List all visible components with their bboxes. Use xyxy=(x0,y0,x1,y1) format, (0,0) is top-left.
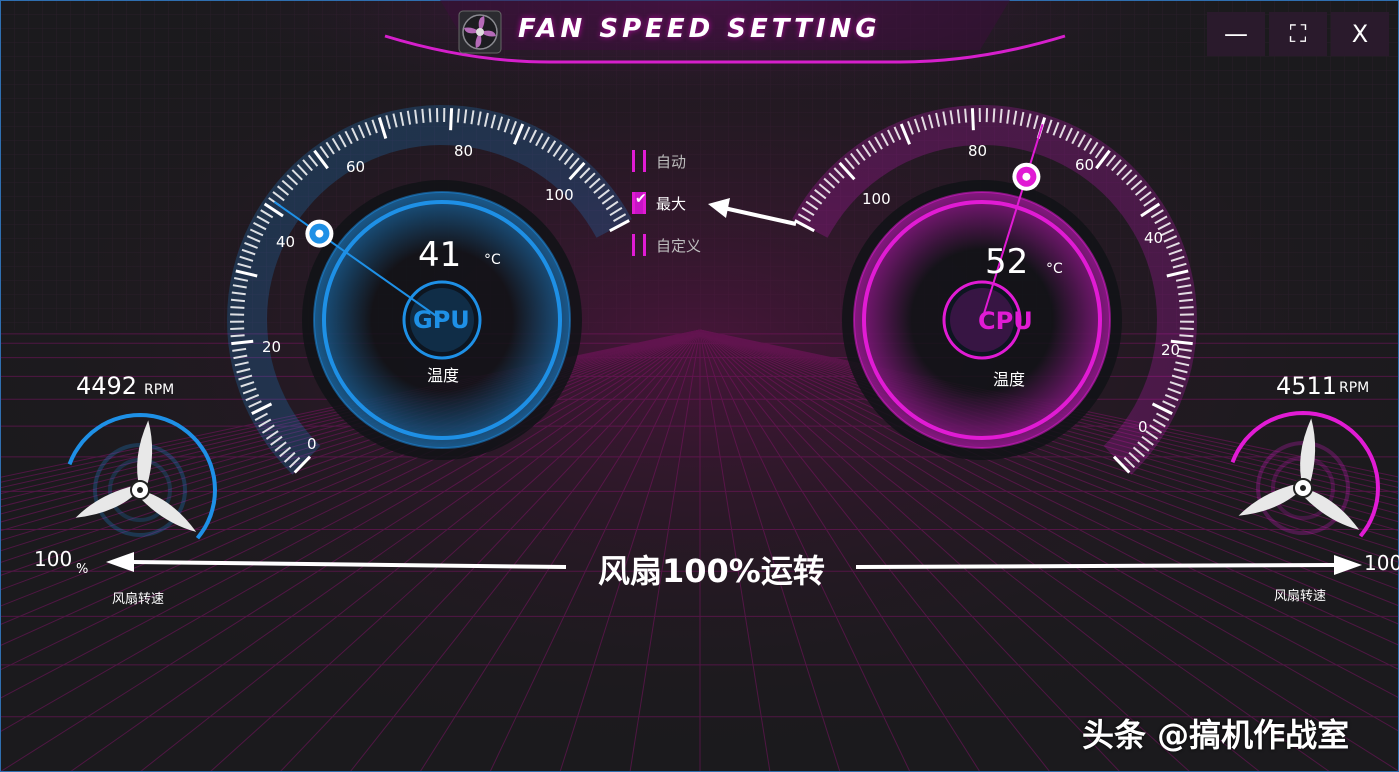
mode-auto-checkbox[interactable] xyxy=(632,150,646,172)
mode-custom-checkbox[interactable] xyxy=(632,234,646,256)
cpu-tick-40: 40 xyxy=(1144,229,1164,247)
mode-max-checkbox[interactable]: ✔ xyxy=(632,191,647,214)
cpu-tick-0: 0 xyxy=(1138,418,1148,436)
right-fan-rpm-value: 4511 xyxy=(1276,372,1338,400)
cpu-tick-80: 80 xyxy=(968,142,988,160)
mode-option-auto[interactable]: 自动 xyxy=(632,148,686,174)
gpu-temperature-label: 温度 xyxy=(427,366,460,385)
cpu-tick-60: 60 xyxy=(1075,156,1095,174)
right-fan-percent-value: 100 xyxy=(1364,551,1399,575)
left-fan-speed-label: 风扇转速 xyxy=(112,592,165,607)
gpu-temperature-value: 41 xyxy=(418,235,462,275)
watermark: 头条 @搞机作战室 xyxy=(1082,716,1350,754)
right-fan-rpm-unit: RPM xyxy=(1339,380,1370,396)
mode-auto-label: 自动 xyxy=(656,152,687,171)
annotation-arrow-left xyxy=(106,552,567,572)
gpu-tick-20: 20 xyxy=(262,338,282,356)
mode-custom-label: 自定义 xyxy=(656,236,702,255)
cpu-temperature-value: 52 xyxy=(985,242,1029,282)
gpu-chip-label: GPU xyxy=(413,306,470,334)
needle-hub xyxy=(1012,162,1041,191)
gpu-temperature-unit: °C xyxy=(484,252,501,268)
checkmark-icon: ✔ xyxy=(635,191,647,207)
gpu-tick-40: 40 xyxy=(276,233,296,251)
cpu-tick-20: 20 xyxy=(1161,341,1181,359)
gpu-temperature-gauge xyxy=(227,105,632,475)
close-button[interactable]: X xyxy=(1331,12,1389,56)
mode-option-max[interactable]: ✔ 最大 xyxy=(632,190,686,216)
annotation-caption: 风扇100%运转 xyxy=(598,552,825,590)
right-fan-icon xyxy=(1230,410,1381,538)
gpu-tick-60: 60 xyxy=(346,158,366,176)
gpu-tick-0: 0 xyxy=(307,435,317,453)
left-fan-percent-unit: % xyxy=(76,562,89,577)
mode-option-custom[interactable]: 自定义 xyxy=(632,232,701,258)
maximize-button[interactable]: ⛶ xyxy=(1269,12,1327,56)
right-fan-speed-label: 风扇转速 xyxy=(1274,589,1327,604)
fan-logo-icon xyxy=(458,10,502,54)
annotation-arrow-to-max xyxy=(708,198,797,226)
mode-max-label: 最大 xyxy=(656,194,687,213)
cpu-temperature-gauge xyxy=(792,105,1197,475)
cpu-temperature-unit: °C xyxy=(1046,261,1063,277)
gpu-tick-100: 100 xyxy=(545,186,574,204)
cpu-chip-label: CPU xyxy=(978,307,1033,335)
left-fan-rpm-value: 4492 xyxy=(76,372,138,400)
cpu-temperature-label: 温度 xyxy=(993,370,1026,389)
annotation-arrow-right xyxy=(855,555,1362,575)
minimize-button[interactable]: — xyxy=(1207,12,1265,56)
left-fan-rpm-unit: RPM xyxy=(144,382,175,398)
window-title: FAN SPEED SETTING xyxy=(518,14,881,44)
cpu-tick-100: 100 xyxy=(862,190,891,208)
left-fan-percent-value: 100 xyxy=(34,547,73,571)
gpu-tick-80: 80 xyxy=(454,142,474,160)
needle-hub xyxy=(305,219,334,248)
